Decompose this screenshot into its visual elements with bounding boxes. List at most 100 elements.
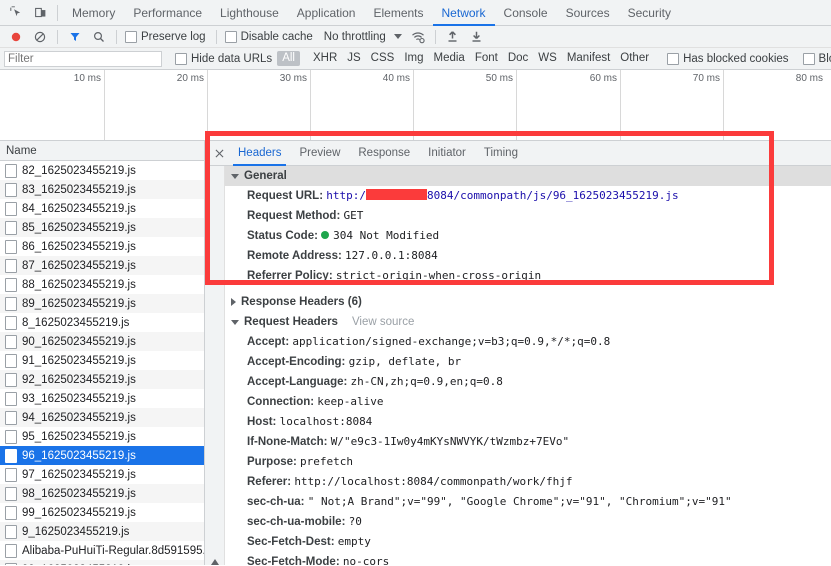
timeline-gridline: [104, 70, 105, 140]
request-name: 91_1625023455219.js: [22, 354, 136, 367]
table-row[interactable]: 86_1625023455219.js: [0, 237, 204, 256]
table-row[interactable]: 8_1625023455219.js: [0, 313, 204, 332]
tab-application[interactable]: Application: [288, 0, 365, 26]
record-icon[interactable]: [4, 26, 28, 48]
inspect-icon[interactable]: [4, 2, 28, 24]
tab-lighthouse[interactable]: Lighthouse: [211, 0, 288, 26]
export-har-icon[interactable]: [465, 26, 489, 48]
section-request-headers[interactable]: Request Headers View source: [225, 312, 831, 332]
hide-data-urls-checkbox[interactable]: Hide data URLs: [172, 52, 275, 65]
general-request-url-row: Request URL: http:/ 8084/commonpath/js/96…: [225, 186, 831, 206]
tab-console[interactable]: Console: [495, 0, 557, 26]
referrer-policy-value: strict-origin-when-cross-origin: [335, 269, 542, 282]
header-value: application/signed-exchange;v=b3;q=0.9,*…: [292, 335, 611, 348]
tab-security[interactable]: Security: [619, 0, 680, 26]
disable-cache-checkbox[interactable]: Disable cache: [222, 30, 316, 43]
header-name: Accept-Language:: [247, 376, 348, 388]
toolbar-divider-1: [57, 29, 58, 44]
table-row[interactable]: 82_1625023455219.js: [0, 161, 204, 180]
has-blocked-cookies-checkbox[interactable]: Has blocked cookies: [664, 52, 791, 65]
import-har-icon[interactable]: [441, 26, 465, 48]
tab-memory[interactable]: Memory: [63, 0, 124, 26]
filter-type-img[interactable]: Img: [399, 51, 428, 66]
font-file-icon: [5, 543, 17, 558]
view-source-link[interactable]: View source: [352, 316, 414, 328]
request-url-suffix[interactable]: 8084/commonpath/js/96_1625023455219.js: [427, 189, 679, 202]
filter-type-js[interactable]: JS: [342, 51, 365, 66]
request-name: 84_1625023455219.js: [22, 202, 136, 215]
tab-sources[interactable]: Sources: [557, 0, 619, 26]
header-value: W/"e9c3-1Iw0y4mKYsNWVYK/tWzmbz+7EVo": [330, 435, 570, 448]
table-row[interactable]: 88_1625023455219.js: [0, 275, 204, 294]
js-file-icon: [5, 562, 17, 565]
table-row[interactable]: 94_1625023455219.js: [0, 408, 204, 427]
filter-type-doc[interactable]: Doc: [503, 51, 533, 66]
js-file-icon: [5, 353, 17, 368]
header-row: Connection: keep-alive: [225, 392, 831, 412]
chevron-up-icon[interactable]: [210, 171, 219, 565]
tab-performance[interactable]: Performance: [124, 0, 211, 26]
section-response-headers[interactable]: Response Headers (6): [225, 292, 831, 312]
header-name: If-None-Match:: [247, 436, 328, 448]
filter-type-ws[interactable]: WS: [533, 51, 562, 66]
section-general[interactable]: General: [225, 166, 831, 186]
request-name: 9_1625023455219.js: [22, 525, 130, 538]
table-row[interactable]: 89_1625023455219.js: [0, 294, 204, 313]
throttling-select[interactable]: No throttling: [324, 31, 386, 43]
table-row[interactable]: 83_1625023455219.js: [0, 180, 204, 199]
clear-icon[interactable]: [28, 26, 52, 48]
tab-timing[interactable]: Timing: [475, 141, 527, 166]
tab-network[interactable]: Network: [432, 0, 495, 26]
tab-elements[interactable]: Elements: [364, 0, 432, 26]
table-row[interactable]: 90_1625023455219.js: [0, 332, 204, 351]
table-row[interactable]: 92_1625023455219.js: [0, 370, 204, 389]
table-row[interactable]: 87_1625023455219.js: [0, 256, 204, 275]
table-row[interactable]: 85_1625023455219.js: [0, 218, 204, 237]
blocked-requests-checkbox[interactable]: Blocked Requests: [800, 52, 831, 65]
js-file-icon: [5, 182, 17, 197]
triangle-right-icon: [231, 298, 236, 306]
filter-type-all[interactable]: All: [277, 51, 300, 66]
request-name: 83_1625023455219.js: [22, 183, 136, 196]
status-code-value: 304 Not Modified: [333, 229, 440, 242]
device-toolbar-icon[interactable]: [28, 2, 52, 24]
tab-headers[interactable]: Headers: [229, 141, 290, 166]
filter-type-manifest[interactable]: Manifest: [562, 51, 615, 66]
js-file-icon: [5, 524, 17, 539]
tab-initiator[interactable]: Initiator: [419, 141, 475, 166]
preserve-log-checkbox[interactable]: Preserve log: [122, 30, 209, 43]
request-url-label: Request URL:: [247, 190, 324, 202]
filter-input[interactable]: [4, 50, 162, 67]
filter-type-font[interactable]: Font: [470, 51, 503, 66]
table-row[interactable]: 99_1625023455219.js: [0, 560, 204, 565]
tab-preview[interactable]: Preview: [290, 141, 349, 166]
scroll-up-gutter[interactable]: [205, 166, 225, 565]
disable-cache-box: [224, 30, 237, 43]
filter-type-media[interactable]: Media: [429, 51, 470, 66]
network-toolbar: Preserve log Disable cache No throttling: [0, 26, 831, 48]
table-row[interactable]: 84_1625023455219.js: [0, 199, 204, 218]
search-icon[interactable]: [87, 26, 111, 48]
filter-type-css[interactable]: CSS: [366, 51, 400, 66]
table-row[interactable]: 99_1625023455219.js: [0, 503, 204, 522]
request-list-header-name[interactable]: Name: [0, 141, 204, 161]
network-overview-timeline[interactable]: 10 ms 20 ms 30 ms 40 ms 50 ms 60 ms 70 m…: [0, 70, 831, 141]
request-url-prefix[interactable]: http:/: [326, 189, 366, 202]
table-row[interactable]: 97_1625023455219.js: [0, 465, 204, 484]
chevron-down-icon[interactable]: [393, 34, 402, 39]
header-name: Sec-Fetch-Mode:: [247, 556, 340, 565]
filter-type-xhr[interactable]: XHR: [308, 51, 342, 66]
close-icon[interactable]: [209, 143, 229, 163]
tab-response[interactable]: Response: [349, 141, 419, 166]
table-row[interactable]: 9_1625023455219.js: [0, 522, 204, 541]
network-conditions-icon[interactable]: [406, 26, 430, 48]
table-row[interactable]: Alibaba-PuHuiTi-Regular.8d591595.ttf: [0, 541, 204, 560]
table-row[interactable]: 91_1625023455219.js: [0, 351, 204, 370]
table-row[interactable]: 98_1625023455219.js: [0, 484, 204, 503]
filter-icon[interactable]: [63, 26, 87, 48]
table-row[interactable]: 93_1625023455219.js: [0, 389, 204, 408]
filter-type-other[interactable]: Other: [615, 51, 654, 66]
table-row-selected[interactable]: 96_1625023455219.js: [0, 446, 204, 465]
table-row[interactable]: 95_1625023455219.js: [0, 427, 204, 446]
request-list[interactable]: Name 82_1625023455219.js 83_162502345521…: [0, 141, 205, 565]
